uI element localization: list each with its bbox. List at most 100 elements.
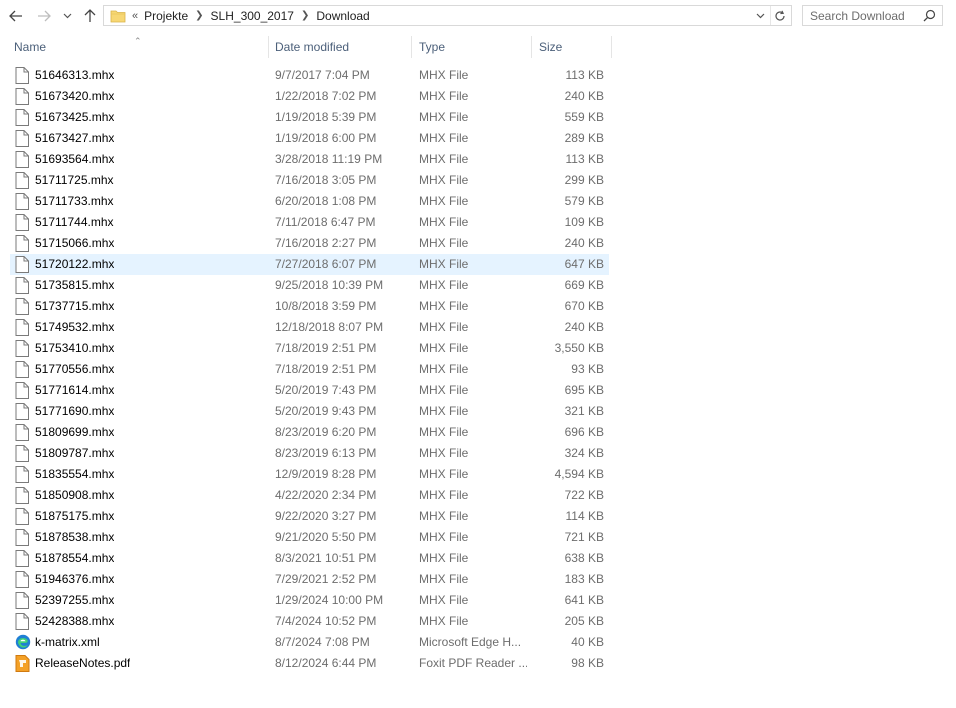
file-name[interactable]: 51711725.mhx <box>35 170 114 191</box>
file-name[interactable]: 51850908.mhx <box>35 485 114 506</box>
refresh-button[interactable] <box>770 6 789 25</box>
file-row[interactable]: k-matrix.xml 8/7/2024 7:08 PM Microsoft Ed… <box>0 632 613 653</box>
file-row[interactable]: 52428388.mhx 7/4/2024 10:52 PM MHX File 205… <box>0 611 613 632</box>
edge-html-file-icon <box>15 634 31 651</box>
file-row[interactable]: 52397255.mhx 1/29/2024 10:00 PM MHX File 64… <box>0 590 613 611</box>
file-name[interactable]: 51673425.mhx <box>35 107 114 128</box>
file-row[interactable]: 51720122.mhx 7/27/2018 6:07 PM MHX File 647… <box>0 254 613 275</box>
file-name[interactable]: 51737715.mhx <box>35 296 114 317</box>
search-box[interactable] <box>802 5 943 26</box>
file-date-modified: 7/11/2018 6:47 PM <box>275 215 376 229</box>
file-size: 669 KB <box>564 278 604 292</box>
address-bar[interactable]: « Projekte ❯ SLH_300_2017 ❯ Download <box>103 5 792 26</box>
breadcrumb-separator-icon[interactable]: ❯ <box>301 10 309 21</box>
column-header-size-label: Size <box>539 40 563 54</box>
file-row[interactable]: 51878554.mhx 8/3/2021 10:51 PM MHX File 638… <box>0 548 613 569</box>
file-name[interactable]: 51770556.mhx <box>35 359 114 380</box>
breadcrumb-download[interactable]: Download <box>316 9 369 23</box>
column-header-name[interactable]: Name ⌃ <box>0 36 269 58</box>
file-name[interactable]: 51875175.mhx <box>35 506 114 527</box>
file-name[interactable]: 51878554.mhx <box>35 548 114 569</box>
breadcrumb-separator-icon[interactable]: ❯ <box>195 10 203 21</box>
file-row[interactable]: 51809699.mhx 8/23/2019 6:20 PM MHX File 696… <box>0 422 613 443</box>
file-date-modified: 5/20/2019 7:43 PM <box>275 383 377 397</box>
file-row[interactable]: 51749532.mhx 12/18/2018 8:07 PM MHX File 24… <box>0 317 613 338</box>
file-name[interactable]: 51711733.mhx <box>35 191 114 212</box>
file-name[interactable]: 51809699.mhx <box>35 422 114 443</box>
recent-locations-button[interactable] <box>60 6 74 26</box>
file-row[interactable]: 51850908.mhx 4/22/2020 2:34 PM MHX File 722… <box>0 485 613 506</box>
file-row[interactable]: 51835554.mhx 12/9/2019 8:28 PM MHX File 4,5… <box>0 464 613 485</box>
file-date-modified: 8/7/2024 7:08 PM <box>275 635 370 649</box>
file-size: 93 KB <box>571 362 604 376</box>
file-row[interactable]: 51715066.mhx 7/16/2018 2:27 PM MHX File 240… <box>0 233 613 254</box>
file-type: Foxit PDF Reader ... <box>419 656 527 670</box>
back-button[interactable] <box>7 6 25 26</box>
forward-button[interactable] <box>35 6 53 26</box>
file-size: 113 KB <box>565 68 604 82</box>
file-type: MHX File <box>419 131 469 145</box>
column-header-size[interactable]: Size <box>532 36 612 58</box>
file-row[interactable]: 51673427.mhx 1/19/2018 6:00 PM MHX File 289… <box>0 128 613 149</box>
file-row[interactable]: 51673420.mhx 1/22/2018 7:02 PM MHX File 240… <box>0 86 613 107</box>
file-row[interactable]: 51711744.mhx 7/11/2018 6:47 PM MHX File 109… <box>0 212 613 233</box>
file-name[interactable]: 51735815.mhx <box>35 275 114 296</box>
breadcrumb-slh-300-2017[interactable]: SLH_300_2017 <box>211 9 294 23</box>
file-name[interactable]: 52397255.mhx <box>35 590 114 611</box>
file-name[interactable]: 52428388.mhx <box>35 611 114 632</box>
file-row[interactable]: 51693564.mhx 3/28/2018 11:19 PM MHX File 11… <box>0 149 613 170</box>
file-row[interactable]: 51771690.mhx 5/20/2019 9:43 PM MHX File 321… <box>0 401 613 422</box>
file-name[interactable]: 51809787.mhx <box>35 443 114 464</box>
file-name[interactable]: 51878538.mhx <box>35 527 114 548</box>
file-date-modified: 8/23/2019 6:20 PM <box>275 425 377 439</box>
file-name[interactable]: 51835554.mhx <box>35 464 114 485</box>
file-name[interactable]: ReleaseNotes.pdf <box>35 653 130 674</box>
file-icon <box>15 361 31 378</box>
file-name[interactable]: 51753410.mhx <box>35 338 114 359</box>
file-name[interactable]: 51720122.mhx <box>35 254 114 275</box>
file-name[interactable]: 51946376.mhx <box>35 569 114 590</box>
search-icon[interactable] <box>923 9 936 22</box>
search-input[interactable] <box>810 8 928 23</box>
file-name[interactable]: 51693564.mhx <box>35 149 114 170</box>
column-header-type[interactable]: Type <box>412 36 532 58</box>
file-row[interactable]: 51753410.mhx 7/18/2019 2:51 PM MHX File 3,5… <box>0 338 613 359</box>
file-row[interactable]: 51646313.mhx 9/7/2017 7:04 PM MHX File 113 … <box>0 65 613 86</box>
file-row[interactable]: 51711725.mhx 7/16/2018 3:05 PM MHX File 299… <box>0 170 613 191</box>
file-name[interactable]: 51711744.mhx <box>35 212 114 233</box>
file-row[interactable]: 51809787.mhx 8/23/2019 6:13 PM MHX File 324… <box>0 443 613 464</box>
file-type: MHX File <box>419 467 469 481</box>
file-name[interactable]: 51771690.mhx <box>35 401 114 422</box>
file-name[interactable]: 51673427.mhx <box>35 128 114 149</box>
file-size: 205 KB <box>564 614 604 628</box>
file-row[interactable]: 51875175.mhx 9/22/2020 3:27 PM MHX File 114… <box>0 506 613 527</box>
file-row[interactable]: 51737715.mhx 10/8/2018 3:59 PM MHX File 670… <box>0 296 613 317</box>
up-button[interactable] <box>81 6 99 26</box>
file-row[interactable]: 51946376.mhx 7/29/2021 2:52 PM MHX File 183… <box>0 569 613 590</box>
address-history-button[interactable] <box>753 6 767 25</box>
file-name[interactable]: 51771614.mhx <box>35 380 114 401</box>
file-row[interactable]: 51771614.mhx 5/20/2019 7:43 PM MHX File 695… <box>0 380 613 401</box>
file-icon <box>15 130 31 147</box>
folder-icon <box>110 10 126 22</box>
file-row[interactable]: 51735815.mhx 9/25/2018 10:39 PM MHX File 66… <box>0 275 613 296</box>
file-icon <box>15 382 31 399</box>
file-name[interactable]: 51646313.mhx <box>35 65 114 86</box>
file-type: MHX File <box>419 257 469 271</box>
file-name[interactable]: 51715066.mhx <box>35 233 114 254</box>
file-type: MHX File <box>419 194 469 208</box>
file-row[interactable]: 51770556.mhx 7/18/2019 2:51 PM MHX File 93 … <box>0 359 613 380</box>
file-size: 321 KB <box>564 404 604 418</box>
file-name[interactable]: k-matrix.xml <box>35 632 100 653</box>
file-row[interactable]: ReleaseNotes.pdf 8/12/2024 6:44 PM Foxit P… <box>0 653 613 674</box>
breadcrumb-projekte[interactable]: Projekte <box>144 9 188 23</box>
file-name[interactable]: 51749532.mhx <box>35 317 114 338</box>
column-header-date[interactable]: Date modified <box>269 36 412 58</box>
file-row[interactable]: 51711733.mhx 6/20/2018 1:08 PM MHX File 579… <box>0 191 613 212</box>
file-type: MHX File <box>419 152 469 166</box>
file-row[interactable]: 51673425.mhx 1/19/2018 5:39 PM MHX File 559… <box>0 107 613 128</box>
overflow-breadcrumb[interactable]: « <box>132 10 138 22</box>
file-type: MHX File <box>419 215 469 229</box>
file-row[interactable]: 51878538.mhx 9/21/2020 5:50 PM MHX File 721… <box>0 527 613 548</box>
file-name[interactable]: 51673420.mhx <box>35 86 114 107</box>
